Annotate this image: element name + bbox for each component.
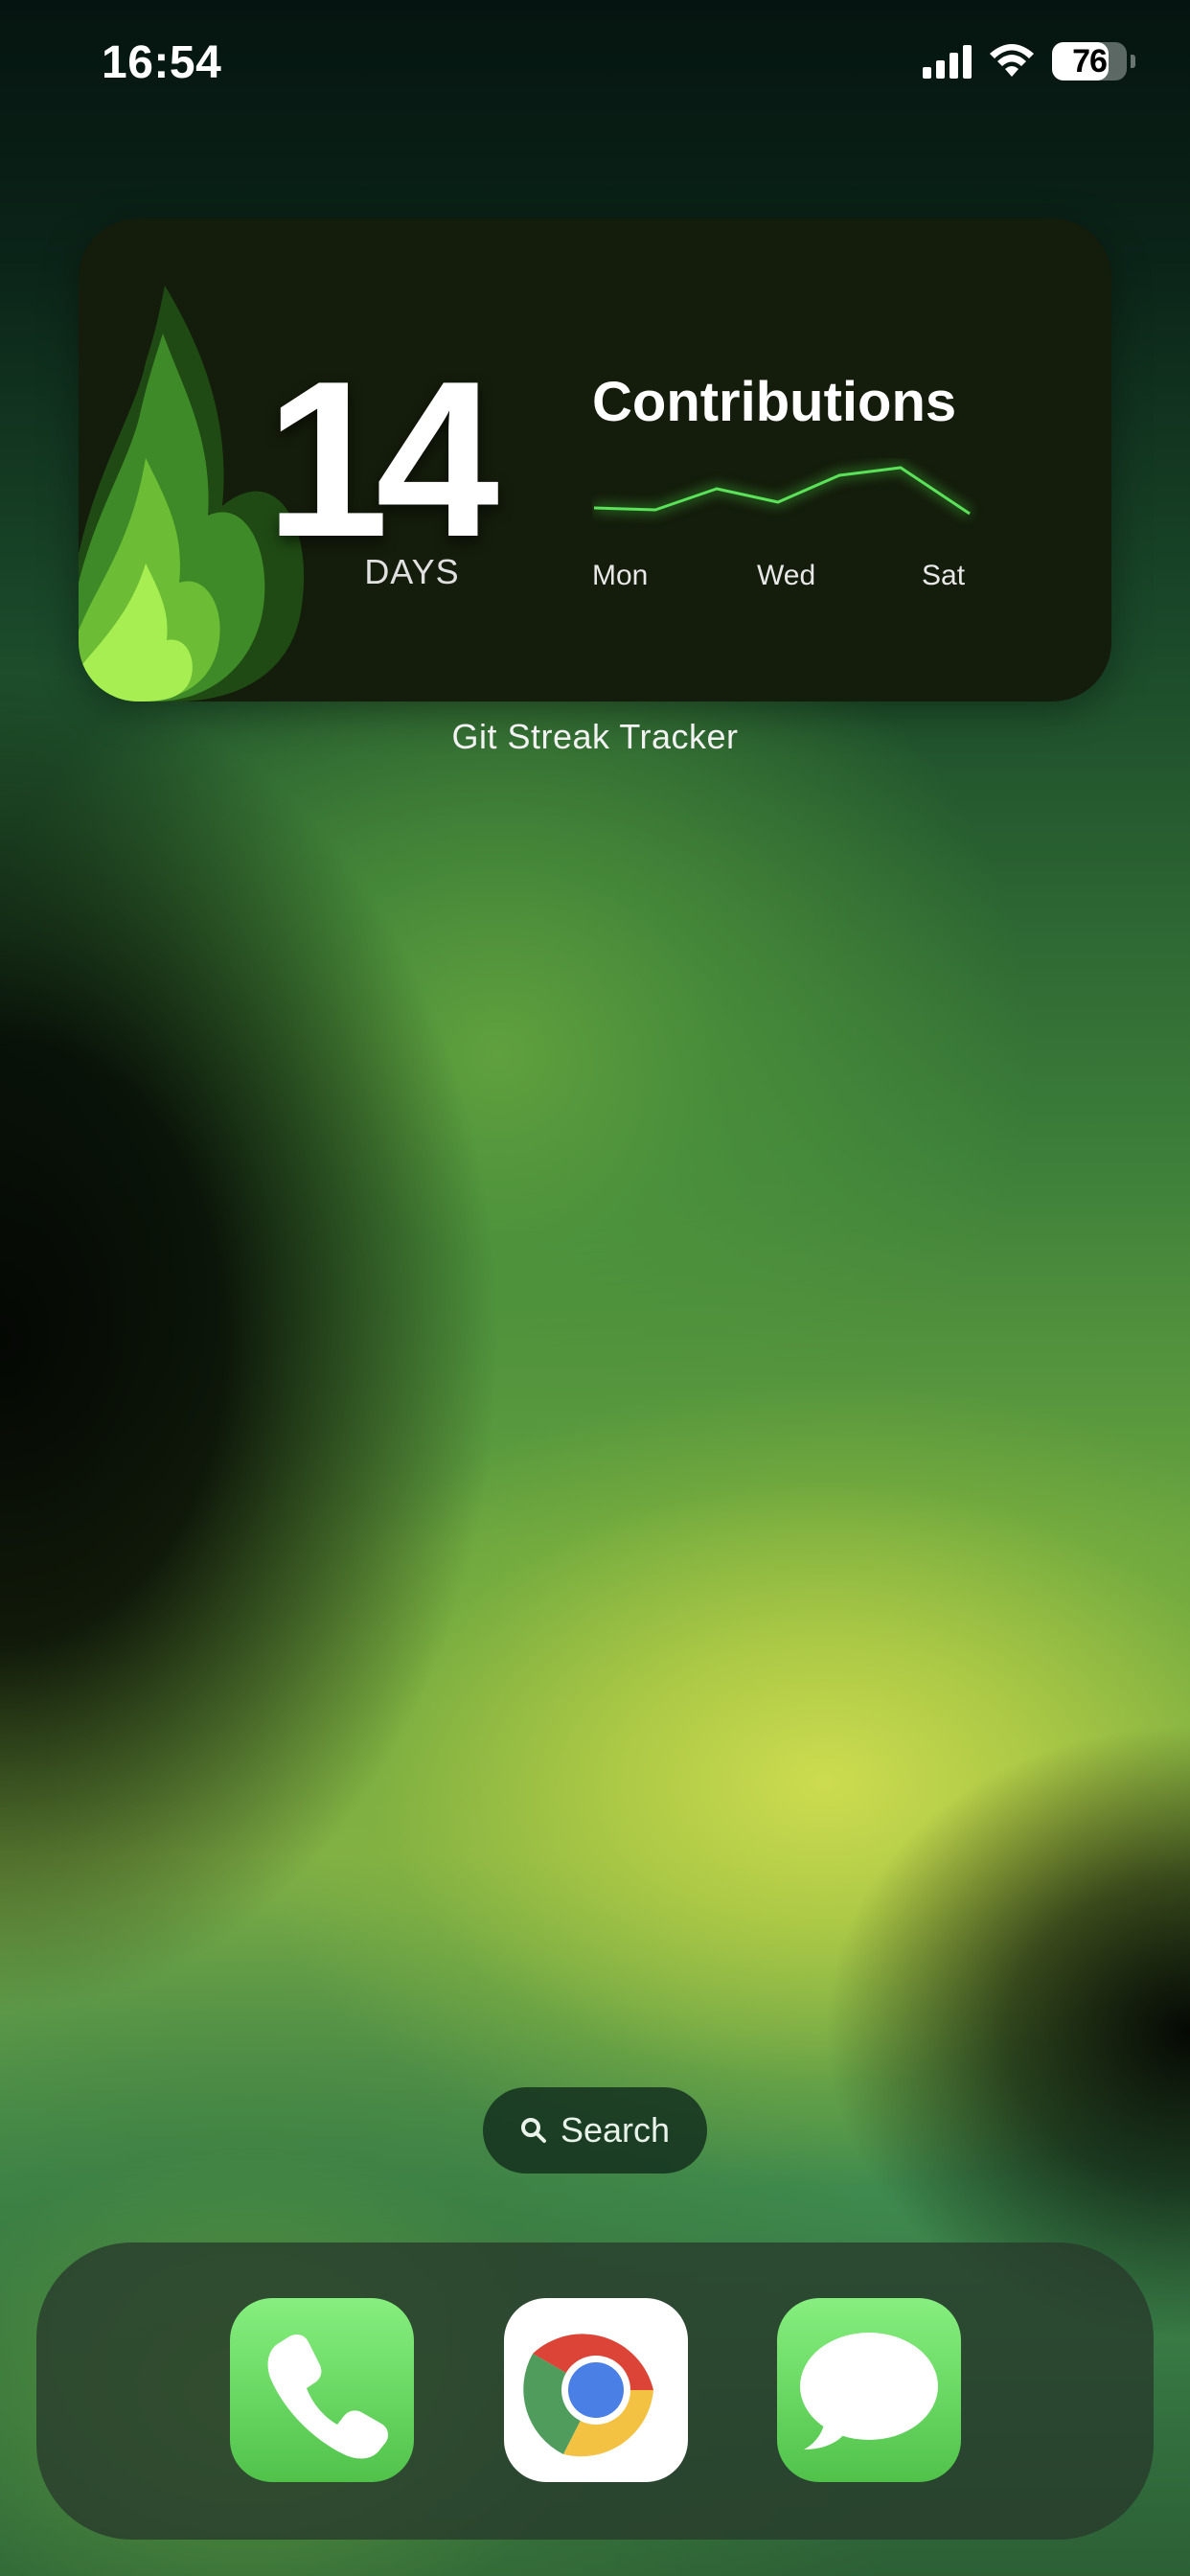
contributions-title: Contributions: [592, 371, 957, 433]
search-button[interactable]: Search: [483, 2087, 707, 2174]
widget-caption: Git Streak Tracker: [451, 717, 739, 756]
contributions-sparkline: [593, 462, 973, 518]
battery-icon: 76: [1052, 42, 1135, 80]
chart-label-wed: Wed: [757, 560, 816, 591]
git-streak-widget[interactable]: 14 DAYS Contributions Mon Wed Sat: [79, 218, 1111, 702]
status-icons: 76: [923, 42, 1135, 80]
messages-app-icon[interactable]: [777, 2298, 961, 2482]
wifi-icon: [990, 44, 1034, 77]
chart-label-mon: Mon: [592, 560, 649, 591]
status-bar: 16:54 76: [0, 0, 1190, 125]
phone-app-icon[interactable]: [230, 2298, 414, 2482]
magnifier-icon: [520, 2118, 546, 2143]
search-label: Search: [560, 2110, 671, 2150]
chart-label-sat: Sat: [922, 560, 966, 591]
chrome-app-icon[interactable]: [504, 2298, 688, 2482]
cellular-signal-icon: [923, 44, 972, 79]
status-time: 16:54: [102, 37, 222, 88]
streak-count: 14: [264, 335, 499, 584]
battery-level: 76: [1072, 42, 1108, 80]
streak-unit-label: DAYS: [364, 552, 460, 591]
